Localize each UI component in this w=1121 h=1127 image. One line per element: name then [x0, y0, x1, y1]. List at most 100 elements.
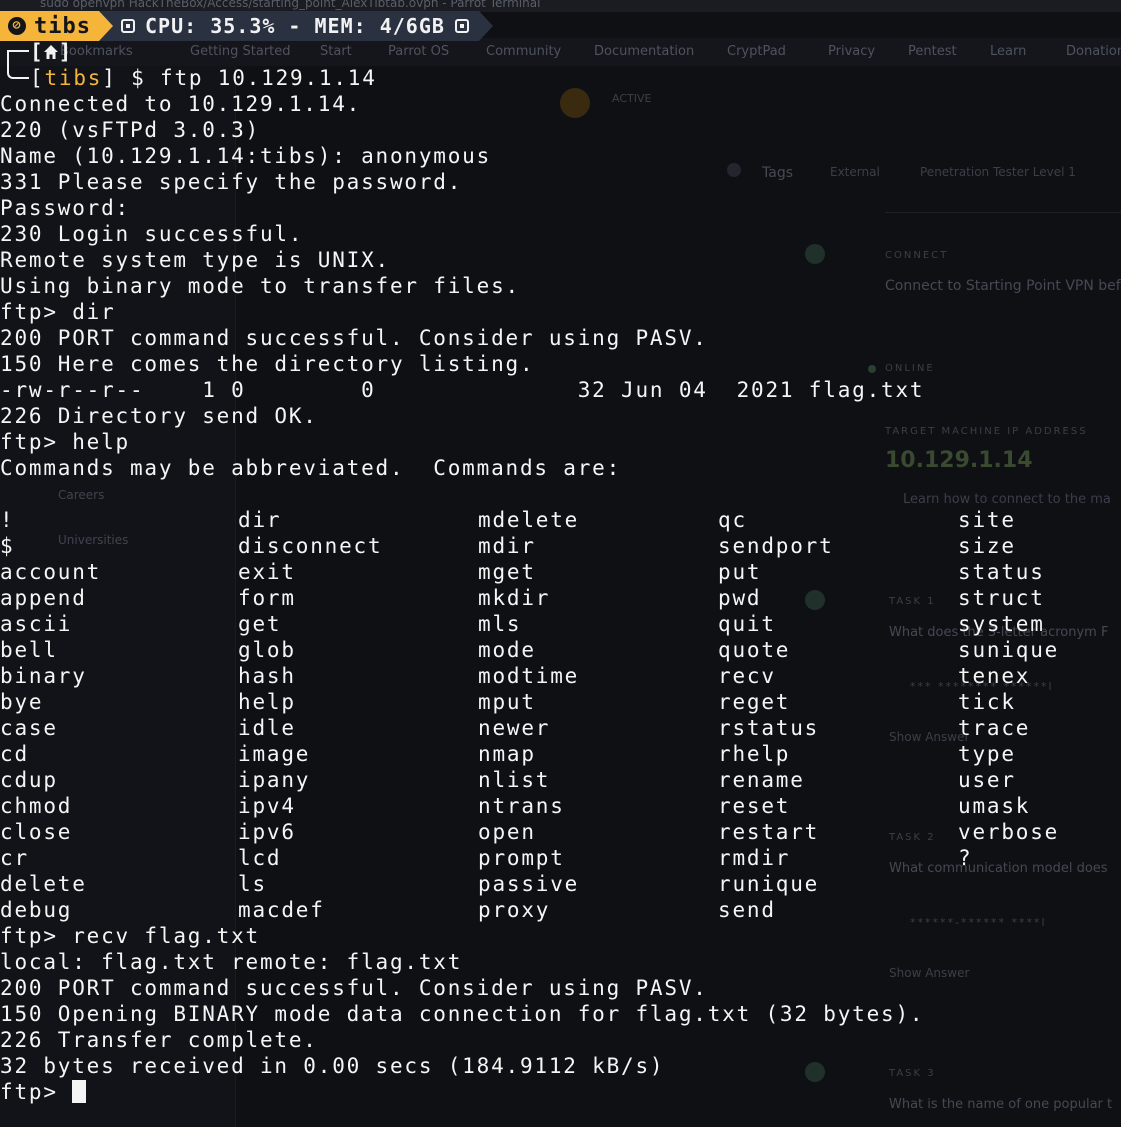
- distro-icon: ⊘: [8, 17, 26, 35]
- online-dot-icon: [868, 365, 876, 373]
- ftp-command-entry: proxy: [478, 898, 551, 922]
- bookmark-item: Pentest: [908, 44, 957, 59]
- background-sidebar-item: Careers: [58, 488, 105, 502]
- ftp-command-entry: rename: [718, 768, 805, 792]
- ftp-command-entry: struct: [958, 586, 1045, 610]
- terminal-line: Commands may be abbreviated. Commands ar…: [0, 456, 622, 480]
- ftp-command-entry: bye: [0, 690, 44, 714]
- statusbar-host: tibs: [34, 13, 91, 39]
- ftp-command-entry: prompt: [478, 846, 565, 870]
- ftp-command-entry: newer: [478, 716, 551, 740]
- ftp-command-entry: tenex: [958, 664, 1031, 688]
- prompt-command-line: [tibs] $ ftp 10.129.1.14: [30, 65, 377, 91]
- statusbar-cpu-mem: CPU: 35.3% - MEM: 4/6GB: [144, 14, 445, 38]
- ftp-command-entry: rmdir: [718, 846, 791, 870]
- statusbar-separator: [478, 11, 493, 41]
- ftp-command-entry: verbose: [958, 820, 1060, 844]
- background-connect-text: Connect to Starting Point VPN bef: [885, 278, 1121, 294]
- terminal-line: 331 Please specify the password.: [0, 170, 463, 194]
- background-task-label: TASK 2: [889, 832, 936, 843]
- ftp-command-entry: disconnect: [238, 534, 383, 558]
- terminal-line: local: flag.txt remote: flag.txt: [0, 950, 463, 974]
- background-task-text: What communication model does: [889, 861, 1108, 876]
- ftp-command-entry: trace: [958, 716, 1031, 740]
- ftp-command-entry: chmod: [0, 794, 73, 818]
- terminal-line: 200 PORT command successful. Consider us…: [0, 326, 708, 350]
- bookmark-item: Donation: [1066, 44, 1121, 59]
- ftp-command-entry: binary: [0, 664, 87, 688]
- check-icon: [805, 1062, 825, 1082]
- ftp-command-entry: rstatus: [718, 716, 820, 740]
- ftp-command-entry: nmap: [478, 742, 536, 766]
- ftp-command-entry: case: [0, 716, 58, 740]
- terminal-line: Using binary mode to transfer files.: [0, 274, 520, 298]
- terminal-line: -rw-r--r-- 1 0 0 32 Jun 04 2021 flag.txt: [0, 378, 925, 402]
- prompt-user: tibs: [44, 66, 103, 90]
- ftp-command-entry: idle: [238, 716, 296, 740]
- ftp-command-entry: qc: [718, 508, 747, 532]
- background-target-label: TARGET MACHINE IP ADDRESS: [885, 426, 1088, 437]
- check-icon: [805, 590, 825, 610]
- ftp-command-entry: ipv6: [238, 820, 296, 844]
- bookmark-item: Community: [486, 44, 562, 59]
- ftp-command-entry: account: [0, 560, 102, 584]
- bookmark-item: Learn: [990, 44, 1027, 59]
- background-tag: Penetration Tester Level 1: [920, 165, 1076, 179]
- tag-icon: [727, 163, 741, 177]
- ftp-command-entry: form: [238, 586, 296, 610]
- background-sidebar-item: Universities: [58, 533, 129, 547]
- background-task-text: What is the name of one popular t: [889, 1097, 1113, 1112]
- ftp-command-entry: hash: [238, 664, 296, 688]
- ftp-command-entry: help: [238, 690, 296, 714]
- prompt-command: $ ftp 10.129.1.14: [131, 66, 377, 90]
- terminal-line: Name (10.129.1.14:tibs): anonymous: [0, 144, 492, 168]
- statusbar-separator: [98, 11, 113, 41]
- ftp-command-entry: send: [718, 898, 776, 922]
- background-tag: External: [830, 165, 880, 179]
- ftp-command-entry: delete: [0, 872, 87, 896]
- ftp-command-entry: nlist: [478, 768, 551, 792]
- bookmark-item: Getting Started: [190, 44, 291, 59]
- statusbar-host-segment: ⊘ tibs: [0, 11, 99, 41]
- ftp-command-entry: dir: [238, 508, 282, 532]
- ftp-command-entry: system: [958, 612, 1045, 636]
- ftp-command-entry: mode: [478, 638, 536, 662]
- bookmark-item: Privacy: [828, 44, 876, 59]
- terminal-line: Password:: [0, 196, 130, 220]
- ftp-command-entry: site: [958, 508, 1016, 532]
- ftp-command-entry: pwd: [718, 586, 762, 610]
- ftp-command-entry: cd: [0, 742, 29, 766]
- terminal-line: Connected to 10.129.1.14.: [0, 92, 362, 116]
- ftp-command-entry: get: [238, 612, 282, 636]
- background-online-label: ONLINE: [885, 363, 935, 374]
- ftp-command-entry: open: [478, 820, 536, 844]
- ftp-command-entry: modtime: [478, 664, 580, 688]
- bookmark-item: CryptPad: [727, 44, 786, 59]
- ftp-prompt: ftp>: [0, 1080, 73, 1104]
- terminal-line: ftp> dir: [0, 300, 116, 324]
- ftp-command-entry: mput: [478, 690, 536, 714]
- ftp-command-entry: ipv4: [238, 794, 296, 818]
- terminal-line: 230 Login successful.: [0, 222, 304, 246]
- prompt-open-bracket: [: [30, 40, 43, 64]
- background-task-answer: ******-****** ****l: [910, 916, 1047, 929]
- ftp-command-entry: mdelete: [478, 508, 580, 532]
- ftp-command-entry: macdef: [238, 898, 325, 922]
- cpu-chip-icon: [120, 19, 135, 33]
- ftp-command-entry: put: [718, 560, 762, 584]
- background-avatar: [560, 88, 590, 118]
- ftp-command-entry: cr: [0, 846, 29, 870]
- ftp-command-entry: ?: [958, 846, 973, 870]
- ftp-command-entry: $: [0, 534, 15, 558]
- background-show-answer: Show Answer: [889, 966, 970, 980]
- ftp-prompt-line[interactable]: ftp>: [0, 1079, 87, 1105]
- background-connect-label: CONNECT: [885, 250, 949, 261]
- ftp-command-entry: cdup: [0, 768, 58, 792]
- terminal-line: 226 Transfer complete.: [0, 1028, 318, 1052]
- ftp-command-entry: sunique: [958, 638, 1060, 662]
- ftp-command-entry: tick: [958, 690, 1016, 714]
- ftp-command-entry: status: [958, 560, 1045, 584]
- ftp-command-entry: user: [958, 768, 1016, 792]
- terminal-line: 150 Opening BINARY mode data connection …: [0, 1002, 925, 1026]
- ftp-command-entry: runique: [718, 872, 820, 896]
